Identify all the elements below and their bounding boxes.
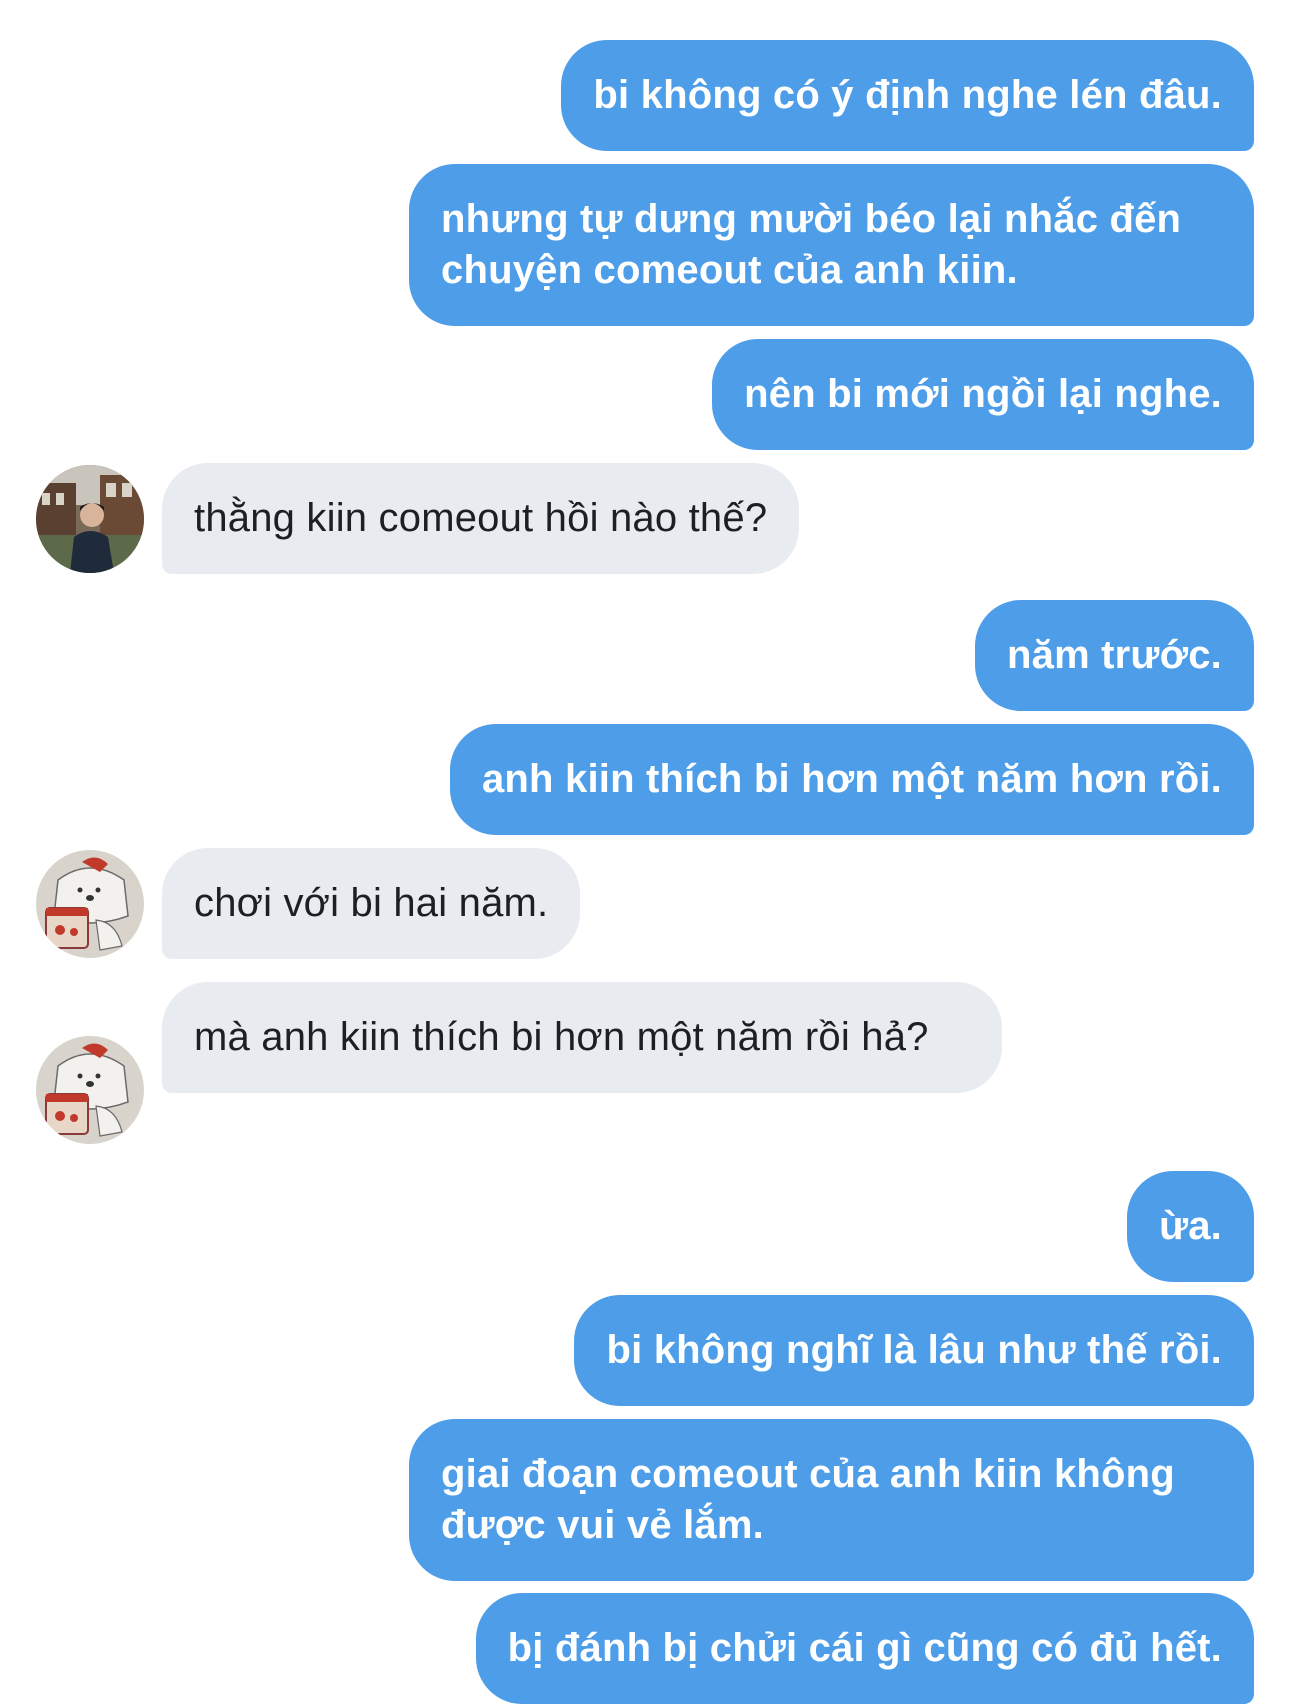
incoming-message[interactable]: mà anh kiin thích bi hơn một năm rồi hả? [162, 982, 1002, 1093]
outgoing-message[interactable]: anh kiin thích bi hơn một năm hơn rồi. [449, 724, 1254, 835]
outgoing-message[interactable]: nhưng tự dưng mười béo lại nhắc đến chuy… [409, 164, 1254, 326]
contact-avatar-photo[interactable] [36, 465, 144, 573]
outgoing-message[interactable]: giai đoạn comeout của anh kiin không đượ… [409, 1419, 1254, 1581]
person-photo-icon [36, 465, 144, 573]
contact-avatar-bear[interactable] [36, 1036, 144, 1144]
outgoing-message[interactable]: nên bi mới ngồi lại nghe. [712, 339, 1254, 450]
bear-illustration-icon [36, 850, 144, 958]
bear-illustration-icon [36, 1036, 144, 1144]
outgoing-message[interactable]: ừa. [1127, 1171, 1254, 1282]
outgoing-message[interactable]: bi không nghĩ là lâu như thế rồi. [574, 1295, 1254, 1406]
chat-thread: bi không có ý định nghe lén đâu. nhưng t… [0, 0, 1290, 1704]
outgoing-message[interactable]: bị đánh bị chửi cái gì cũng có đủ hết. [475, 1593, 1254, 1704]
contact-avatar-bear[interactable] [36, 850, 144, 958]
incoming-message[interactable]: thằng kiin comeout hồi nào thế? [162, 463, 800, 574]
incoming-message[interactable]: chơi với bi hai năm. [162, 848, 581, 959]
outgoing-message[interactable]: bi không có ý định nghe lén đâu. [561, 40, 1254, 151]
outgoing-message[interactable]: năm trước. [974, 600, 1254, 711]
